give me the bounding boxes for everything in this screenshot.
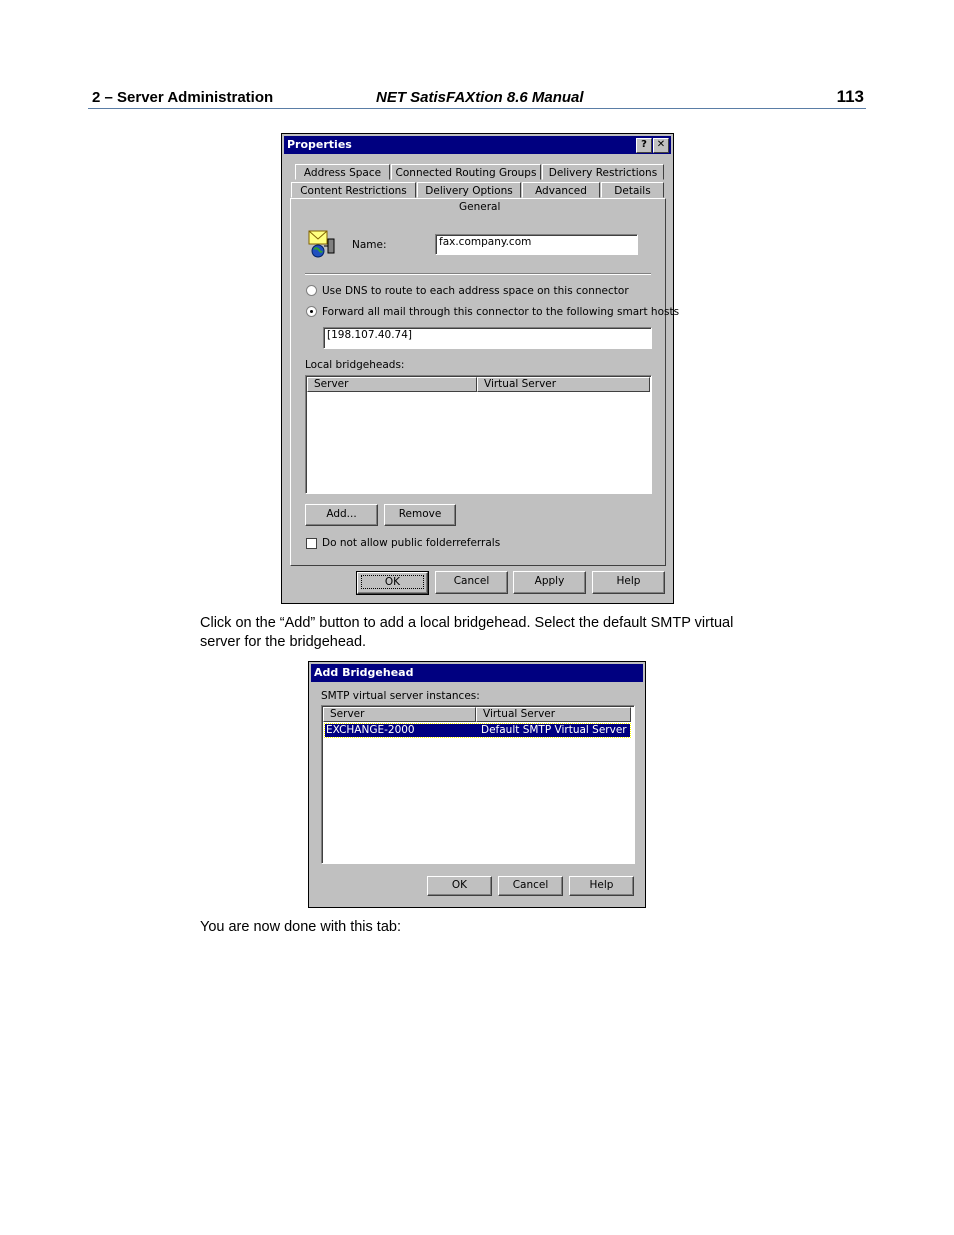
forward-radio[interactable]	[306, 306, 317, 317]
add-bridgehead-title: Add Bridgehead	[314, 666, 414, 679]
tab-details[interactable]: Details	[601, 182, 664, 198]
separator	[305, 273, 651, 275]
dialog-title: Properties	[287, 138, 352, 151]
tab-content-restrictions[interactable]: Content Restrictions	[291, 182, 416, 198]
public-folder-referrals-label: Do not allow public folderreferrals	[322, 537, 501, 549]
close-icon[interactable]: ✕	[653, 138, 669, 153]
general-tab-panel: General Name: fax.company.com Use DNS to…	[290, 198, 679, 566]
name-field[interactable]: fax.company.com	[435, 234, 638, 255]
tab-advanced[interactable]: Advanced	[522, 182, 600, 198]
manual-title: NET SatisFAXtion 8.6 Manual	[376, 89, 584, 106]
cancel-button[interactable]: Cancel	[435, 571, 508, 594]
page-header: 2 – Server Administration NET SatisFAXti…	[88, 87, 866, 109]
properties-dialog: Properties ? ✕ Address Space Connected R…	[281, 133, 679, 604]
bridgeheads-list[interactable]: Server Virtual Server	[305, 375, 652, 494]
smart-host-field[interactable]: [198.107.40.74]	[323, 327, 652, 349]
section-title: 2 – Server Administration	[92, 89, 274, 106]
dns-radio-label: Use DNS to route to each address space o…	[322, 285, 629, 297]
instruction-paragraph: Click on the “Add” button to add a local…	[200, 615, 734, 650]
row-server: EXCHANGE-2000	[326, 724, 415, 736]
help-icon[interactable]: ?	[636, 138, 652, 153]
page-number: 113	[836, 87, 864, 106]
apply-button[interactable]: Apply	[513, 571, 586, 594]
list-item[interactable]: EXCHANGE-2000 Default SMTP Virtual Serve…	[324, 723, 631, 738]
forward-radio-label: Forward all mail through this connector …	[322, 306, 680, 318]
help-button[interactable]: Help	[569, 876, 634, 896]
tab-address-space[interactable]: Address Space	[295, 164, 390, 180]
closing-paragraph: You are now done with this tab:	[200, 919, 401, 935]
tab-delivery-options[interactable]: Delivery Options	[417, 182, 521, 198]
column-virtual-server[interactable]: Virtual Server	[477, 377, 650, 392]
tab-delivery-restrictions[interactable]: Delivery Restrictions	[542, 164, 664, 180]
column-server[interactable]: Server	[307, 377, 477, 392]
bridgeheads-label: Local bridgeheads:	[305, 359, 405, 371]
add-bridgehead-dialog: Add Bridgehead SMTP virtual server insta…	[308, 661, 646, 908]
column-server[interactable]: Server	[323, 707, 476, 722]
help-button[interactable]: Help	[592, 571, 665, 594]
mail-globe-icon	[307, 229, 337, 259]
dns-radio[interactable]	[306, 285, 317, 296]
ok-button[interactable]: OK	[427, 876, 492, 896]
tab-general[interactable]: General	[459, 201, 500, 213]
ok-button[interactable]: OK	[356, 571, 429, 595]
tab-connected-routing-groups[interactable]: Connected Routing Groups	[391, 164, 541, 180]
properties-titlebar: Properties ? ✕	[284, 136, 671, 154]
remove-button[interactable]: Remove	[384, 504, 456, 526]
name-label: Name:	[352, 239, 387, 251]
instances-list[interactable]: Server Virtual Server EXCHANGE-2000 Defa…	[321, 705, 635, 864]
cancel-button[interactable]: Cancel	[498, 876, 563, 896]
column-virtual-server[interactable]: Virtual Server	[476, 707, 631, 722]
add-bridgehead-titlebar: Add Bridgehead	[311, 664, 643, 682]
public-folder-referrals-checkbox[interactable]	[306, 538, 317, 549]
add-button[interactable]: Add...	[305, 504, 378, 526]
row-virtual-server: Default SMTP Virtual Server	[481, 724, 627, 736]
instances-label: SMTP virtual server instances:	[321, 690, 480, 702]
